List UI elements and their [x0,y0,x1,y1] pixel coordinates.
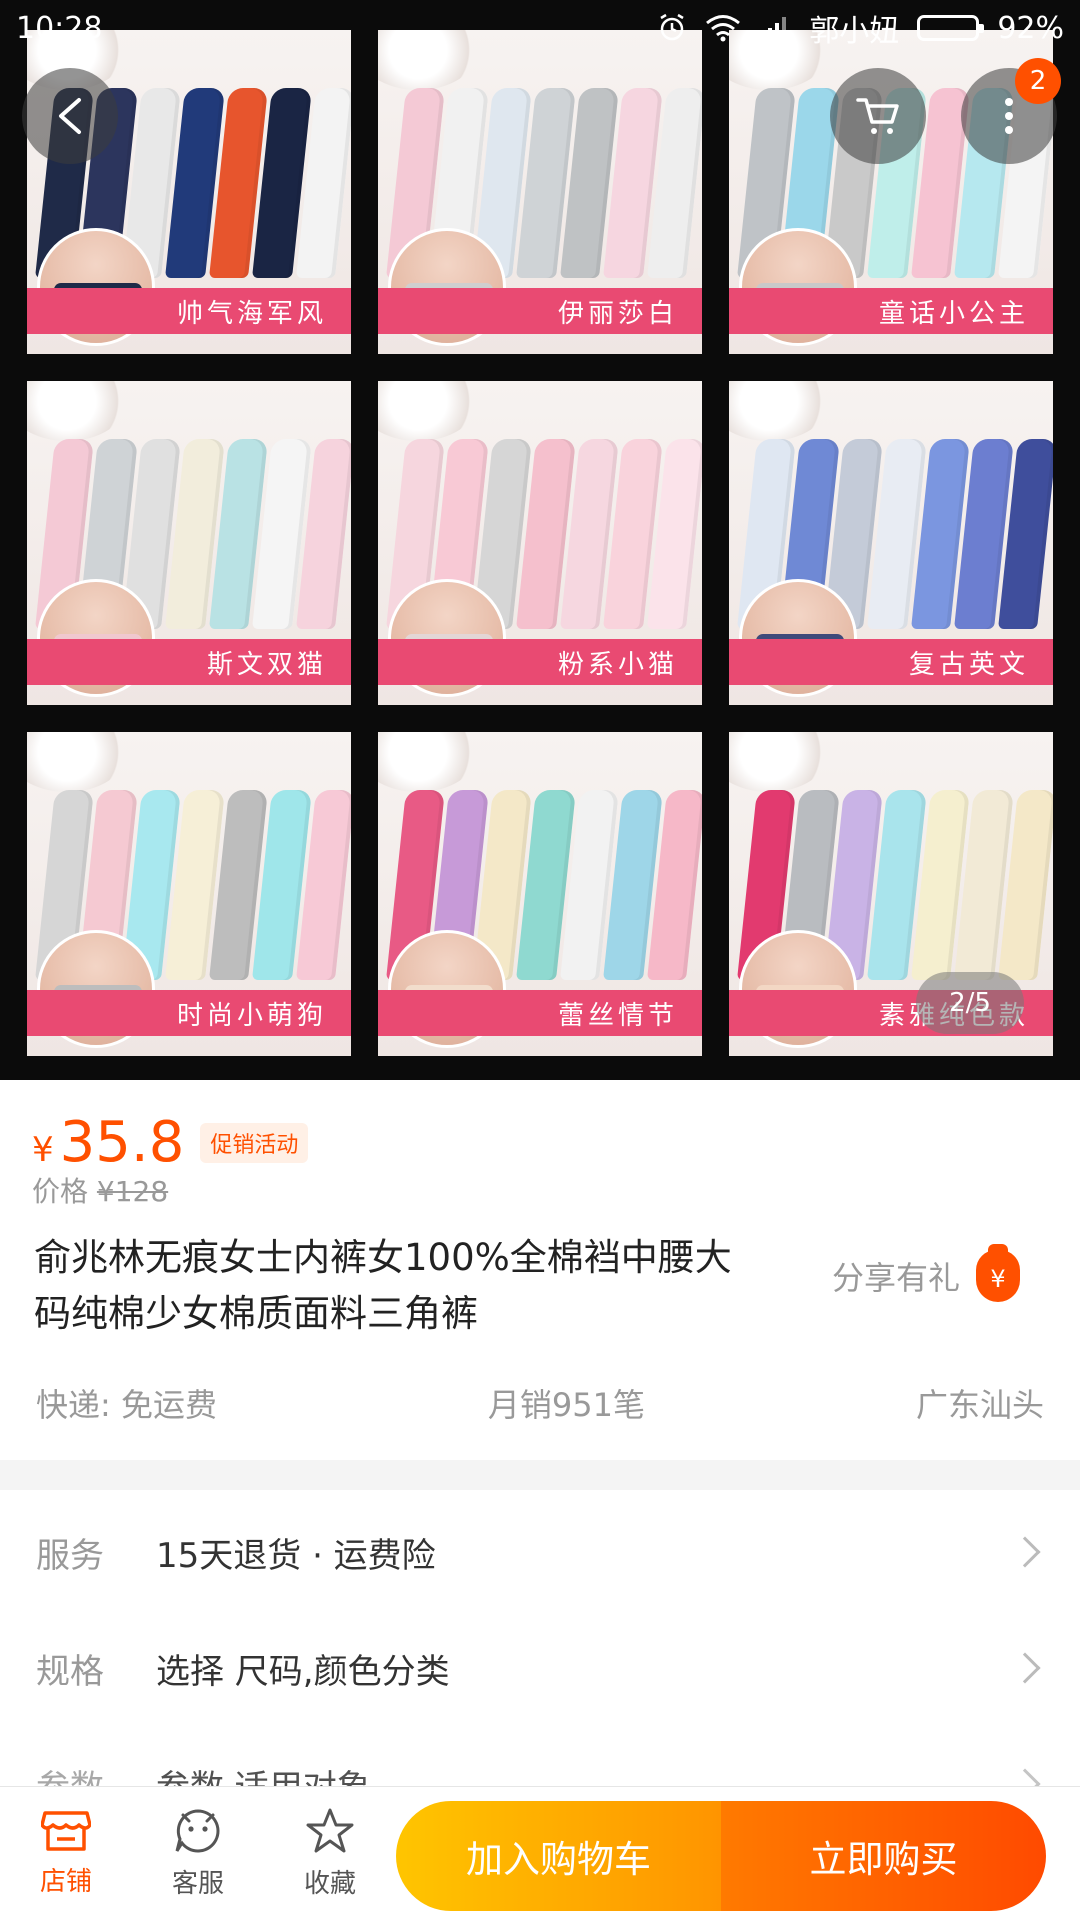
ship-from-location: 广东汕头 [915,1386,1044,1424]
battery-icon [917,15,985,41]
promo-tag[interactable]: 促销活动 [200,1122,309,1163]
spec-value: 选择 尺码,颜色分类 [156,1651,450,1692]
store-tab-label: 店铺 [39,1867,92,1897]
section-divider [0,1460,1080,1490]
add-to-cart-button[interactable]: 加入购物车 [396,1801,721,1911]
price-row: ¥ 35.8 促销活动 [32,1110,309,1175]
tile-style-label: 粉系小猫 [378,639,702,685]
gallery-tile[interactable]: 斯文双猫 [27,381,351,705]
spec-label: 规格 [36,1651,104,1692]
product-image-grid: 帅气海军风伊丽莎白童话小公主斯文双猫粉系小猫复古英文时尚小萌狗蕾丝情节素雅纯色款 [27,30,1053,1056]
customer-service-icon [175,1809,220,1853]
store-icon [41,1811,91,1851]
bottom-action-bar: 店铺 客服 收藏 加入购物车 立即购买 [0,1786,1080,1920]
cart-button[interactable] [830,68,926,164]
status-bar: 10:28 郭小妞 92% [0,0,1080,56]
share-label: 分享有礼 [832,1259,961,1297]
customer-service-label: 客服 [171,1869,224,1899]
original-price: ¥128 [96,1175,169,1208]
chevron-left-icon [59,98,81,134]
notification-badge: 2 [1015,58,1061,104]
original-price-label: 价格 [32,1175,89,1208]
alarm-icon [657,13,687,43]
money-bag-icon: ¥ [976,1244,1021,1302]
more-vertical-icon [1005,98,1013,134]
more-menu-button[interactable]: 2 [961,58,1061,164]
original-price-row: 价格 ¥128 [32,1170,168,1210]
star-icon [306,1808,354,1853]
gallery-tile[interactable]: 伊丽莎白 [378,30,702,354]
current-price: 35.8 [59,1110,185,1175]
battery-percent: 92% [997,10,1064,46]
wifi-icon [705,14,741,42]
tile-style-label: 帅气海军风 [27,288,351,334]
tile-style-label: 斯文双猫 [27,639,351,685]
tile-style-label: 伊丽莎白 [378,288,702,334]
share-button[interactable]: 分享有礼 ¥ [832,1244,1021,1302]
gallery-tile[interactable]: 时尚小萌狗 [27,732,351,1056]
price-currency: ¥ [32,1130,54,1170]
tile-style-label: 童话小公主 [729,288,1053,334]
back-button[interactable] [22,68,118,164]
gallery-page-indicator: 2/5 [916,972,1024,1034]
service-value: 15天退货 · 运费险 [156,1535,436,1576]
spec-row[interactable]: 规格 选择 尺码,颜色分类 [0,1618,1080,1718]
tile-style-label: 蕾丝情节 [378,990,702,1036]
chevron-right-icon [1009,1652,1041,1684]
tile-style-label: 时尚小萌狗 [27,990,351,1036]
product-title: 俞兆林无痕女士内裤女100%全棉裆中腰大码纯棉少女棉质面料三角裤 [34,1236,732,1335]
carrier-name: 郭小妞 [809,14,900,49]
shopping-cart-icon [856,98,899,134]
gallery-tile[interactable]: 蕾丝情节 [378,732,702,1056]
signal-icon [759,15,791,41]
favorite-tab[interactable]: 收藏 [264,1807,396,1900]
status-time: 10:28 [16,10,103,46]
chevron-right-icon [1009,1536,1041,1568]
store-tab[interactable]: 店铺 [0,1809,132,1898]
monthly-sales: 月销951笔 [487,1386,646,1424]
cta-group: 加入购物车 立即购买 [396,1801,1046,1911]
customer-service-tab[interactable]: 客服 [132,1807,264,1900]
favorite-label: 收藏 [303,1869,356,1899]
gallery-tile[interactable]: 粉系小猫 [378,381,702,705]
shipping-info: 快递: 免运费 [36,1386,217,1424]
service-label: 服务 [36,1535,104,1576]
product-meta-row: 快递: 免运费 月销951笔 广东汕头 [36,1380,1044,1426]
service-row[interactable]: 服务 15天退货 · 运费险 [0,1502,1080,1602]
product-image-gallery[interactable]: 帅气海军风伊丽莎白童话小公主斯文双猫粉系小猫复古英文时尚小萌狗蕾丝情节素雅纯色款 [0,0,1080,1080]
tile-style-label: 复古英文 [729,639,1053,685]
buy-now-button[interactable]: 立即购买 [721,1801,1046,1911]
gallery-tile[interactable]: 复古英文 [729,381,1053,705]
